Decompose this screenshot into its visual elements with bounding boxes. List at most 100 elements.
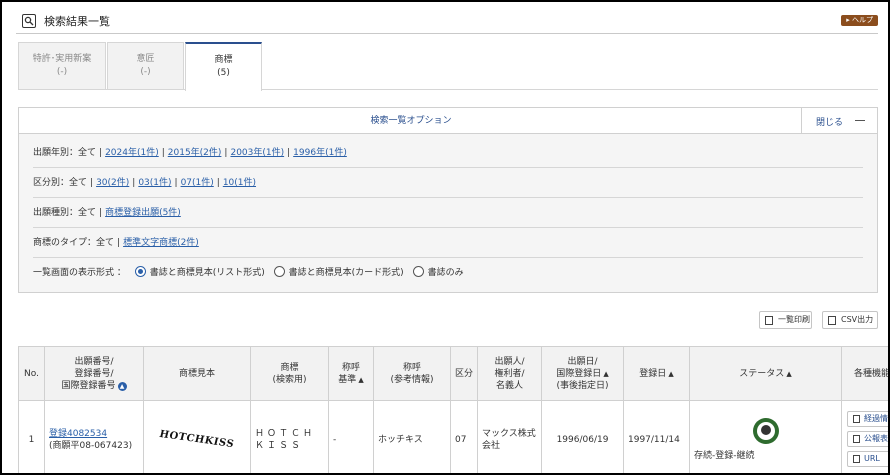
filing-type-link[interactable]: 商標登録出願(5件) xyxy=(105,208,181,218)
radio-card-format[interactable] xyxy=(273,266,285,277)
tab-design[interactable]: 意匠 (-) xyxy=(107,42,184,90)
progress-info-label: 経過情報 xyxy=(864,413,888,423)
url-label: URL xyxy=(864,453,880,463)
col-applicant: 出願人/ 権利者/ 名義人 xyxy=(477,346,542,401)
collapse-icon xyxy=(855,120,865,121)
url-button[interactable]: URL xyxy=(847,450,888,467)
cell-reference: ホッチキス xyxy=(373,400,451,473)
mark-type-label: 商標のタイプ：全て xyxy=(33,238,115,248)
col-number-line2: 登録番号/ xyxy=(74,368,114,379)
sort-up-circle-icon[interactable]: ▲ xyxy=(117,381,127,391)
help-button[interactable]: ▸ ヘルプ xyxy=(841,15,878,26)
col-applicant-line2: 権利者/ xyxy=(494,368,525,379)
list-options-panel: 検索一覧オプション 閉じる 出願年別：全て | 2024年(1件) | 2015年(2件… xyxy=(18,107,878,293)
class-label: 区分別：全て xyxy=(33,178,88,188)
col-sample: 商標見本 xyxy=(143,346,251,401)
col-filing-date[interactable]: 出願日/ 国際登録日 ▲ (事後指定日) xyxy=(541,346,624,401)
screen: 検索結果一覧 ▸ ヘルプ 特許･実用新案 (-) 意匠 (-) 商標 (5) 検… xyxy=(0,0,890,475)
sort-up-icon[interactable]: ▲ xyxy=(666,370,673,378)
print-list-label: 一覧印刷 xyxy=(778,315,810,324)
filter-filing-type: 出願種別：全て | 商標登録出願(5件) xyxy=(33,198,863,228)
filing-year-link[interactable]: 2024年(1件) xyxy=(105,148,159,158)
radio-biblio-only[interactable] xyxy=(412,266,424,277)
radio-list-format[interactable] xyxy=(134,266,146,277)
table-row: 1 登録4082534 (商願平08-067423) HOTCHKISS ＨＯＴ… xyxy=(18,400,888,473)
tab-patent-count: (-) xyxy=(56,67,68,77)
status-text: 存続-登録-継続 xyxy=(694,450,755,461)
options-close-label: 閉じる xyxy=(816,118,844,128)
col-no: No. xyxy=(18,346,45,401)
col-applicant-line3: 名義人 xyxy=(495,380,523,391)
filing-type-label: 出願種別：全て xyxy=(33,208,97,218)
class-link[interactable]: 10(1件) xyxy=(223,178,256,188)
class-link[interactable]: 07(1件) xyxy=(181,178,214,188)
col-filing-date-line2: 国際登録日 ▲ xyxy=(542,368,623,380)
application-number: (商願平08-067423) xyxy=(49,440,133,451)
table-header-row: No. 出願番号/ 登録番号/ 国際登録番号 ▲ 商標見本 商標 (検索用) 称呼… xyxy=(18,346,888,401)
sort-up-icon[interactable]: ▲ xyxy=(601,370,608,378)
help-label: ヘルプ xyxy=(852,16,873,24)
filing-year-link[interactable]: 1996年(1件) xyxy=(293,148,347,158)
csv-export-label: CSV出力 xyxy=(841,315,874,324)
filter-mark-type: 商標のタイプ：全て | 標準文字商標(2件) xyxy=(33,228,863,258)
cell-status: 存続-登録-継続 xyxy=(689,400,842,473)
document-icon xyxy=(853,434,860,443)
progress-info-button[interactable]: 経過情報 xyxy=(847,410,888,427)
gazette-button[interactable]: 公報表示 xyxy=(847,430,888,447)
col-mark-line1: 商標 xyxy=(280,362,299,373)
radio-card-format-label[interactable]: 書誌と商標見本(カード形式) xyxy=(289,268,404,278)
col-filing-date-line3: (事後指定日) xyxy=(556,380,609,391)
radio-list-format-label[interactable]: 書誌と商標見本(リスト形式) xyxy=(150,268,265,278)
cell-number: 登録4082534 (商願平08-067423) xyxy=(44,400,144,473)
col-reg-date[interactable]: 登録日 ▲ xyxy=(623,346,690,401)
col-shoko-line2: 基準 ▲ xyxy=(329,374,373,386)
results-table: No. 出願番号/ 登録番号/ 国際登録番号 ▲ 商標見本 商標 (検索用) 称呼… xyxy=(18,346,888,473)
tab-patent[interactable]: 特許･実用新案 (-) xyxy=(18,42,106,90)
filing-year-label: 出願年別：全て xyxy=(33,148,97,158)
cell-functions: 経過情報 公報表示 URL xyxy=(841,400,888,473)
col-functions: 各種機能 xyxy=(841,346,888,401)
col-mark-line2: (検索用) xyxy=(272,374,307,385)
filter-filing-year: 出願年別：全て | 2024年(1件) | 2015年(2件) | 2003年(1件) | 19… xyxy=(33,138,863,168)
col-shoko-line2-text: 基準 xyxy=(338,374,357,385)
col-number-line3-text: 国際登録番号 xyxy=(61,380,116,391)
mark-type-link[interactable]: 標準文字商標(2件) xyxy=(123,238,199,248)
col-number-line1: 出願番号/ xyxy=(74,356,114,367)
display-format: 一覧画面の表示形式 ： 書誌と商標見本(リスト形式) 書誌と商標見本(カード形式… xyxy=(33,258,863,288)
filing-year-link[interactable]: 2003年(1件) xyxy=(230,148,284,158)
tab-design-count: (-) xyxy=(140,67,151,77)
search-results-icon xyxy=(22,14,36,28)
cell-class: 07 xyxy=(450,400,478,473)
col-filing-date-line2-text: 国際登録日 xyxy=(556,368,602,379)
col-mark: 商標 (検索用) xyxy=(250,346,329,401)
class-link[interactable]: 03(1件) xyxy=(138,178,171,188)
class-link[interactable]: 30(2件) xyxy=(96,178,129,188)
tab-trademark-count: (5) xyxy=(217,68,230,78)
print-list-button[interactable]: 一覧印刷 xyxy=(759,311,812,329)
csv-export-button[interactable]: CSV出力 xyxy=(822,311,878,329)
display-format-label: 一覧画面の表示形式 ： xyxy=(33,268,126,278)
registration-link[interactable]: 登録4082534 xyxy=(49,429,107,439)
col-status-text: ステータス xyxy=(739,368,785,379)
tab-patent-label: 特許･実用新案 xyxy=(32,54,92,64)
filter-class: 区分別：全て | 30(2件) | 03(1件) | 07(1件) | 10(1件) xyxy=(33,168,863,198)
col-applicant-line1: 出願人/ xyxy=(494,356,525,367)
filing-year-link[interactable]: 2015年(2件) xyxy=(168,148,222,158)
cell-no: 1 xyxy=(18,400,45,473)
cell-reg-date: 1997/11/14 xyxy=(623,400,690,473)
col-filing-date-line1: 出願日/ xyxy=(567,356,598,367)
radio-biblio-only-label[interactable]: 書誌のみ xyxy=(428,268,464,278)
cell-sample[interactable]: HOTCHKISS xyxy=(143,400,251,473)
col-number[interactable]: 出願番号/ 登録番号/ 国際登録番号 ▲ xyxy=(44,346,144,401)
trademark-sample-image: HOTCHKISS xyxy=(158,428,236,450)
export-icon xyxy=(853,454,860,463)
tab-trademark[interactable]: 商標 (5) xyxy=(185,42,262,91)
options-title[interactable]: 検索一覧オプション xyxy=(19,108,803,134)
col-status[interactable]: ステータス ▲ xyxy=(689,346,842,401)
export-icon xyxy=(828,316,836,325)
sort-up-icon[interactable]: ▲ xyxy=(784,370,791,378)
sort-up-icon[interactable]: ▲ xyxy=(356,376,363,384)
cell-applicant: マックス株式会社 xyxy=(477,400,542,473)
options-close-button[interactable]: 閉じる xyxy=(801,108,877,133)
col-shoko[interactable]: 称呼 基準 ▲ xyxy=(328,346,374,401)
